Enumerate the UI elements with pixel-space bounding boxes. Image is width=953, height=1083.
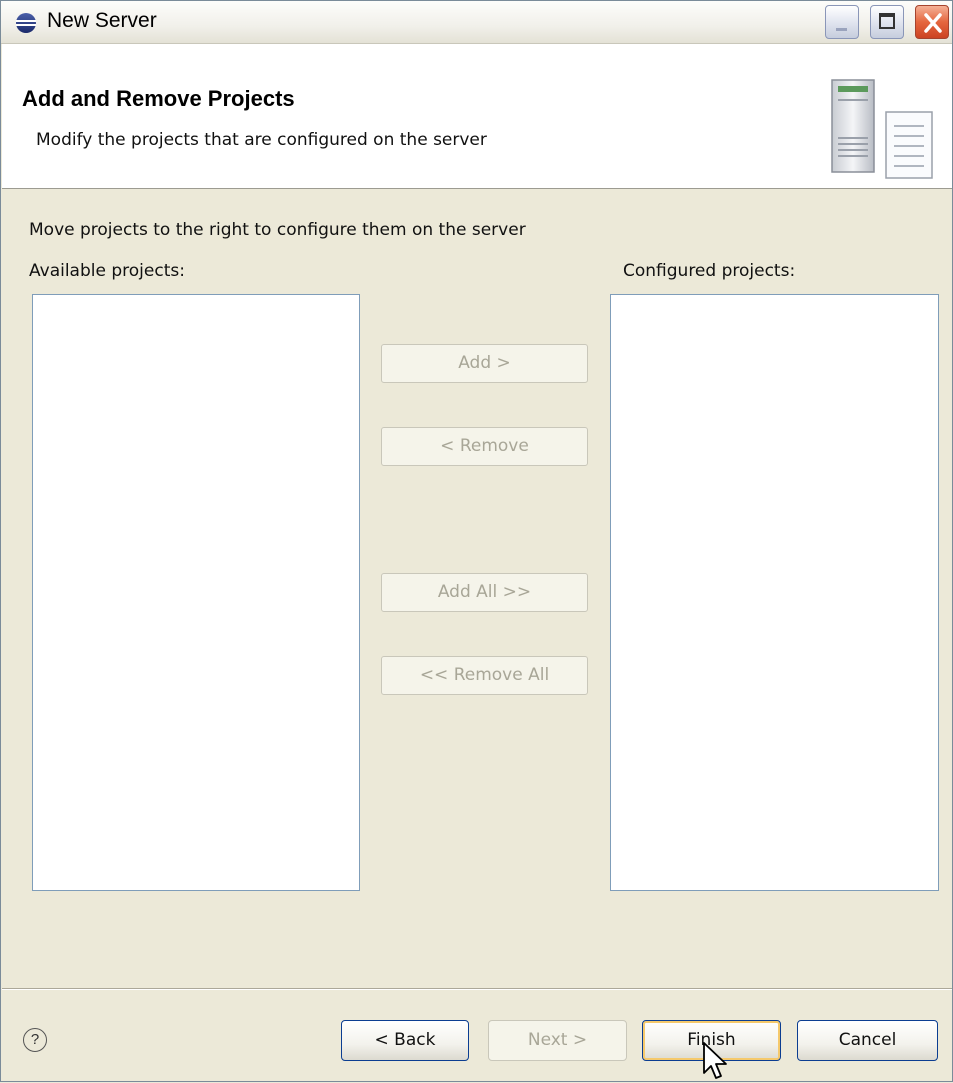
eclipse-icon: [16, 13, 36, 33]
footer-divider: [2, 988, 952, 990]
remove-button[interactable]: < Remove: [381, 427, 588, 466]
page-title: Add and Remove Projects: [22, 86, 295, 111]
window-title: New Server: [47, 9, 157, 32]
instruction-text: Move projects to the right to configure …: [29, 220, 526, 240]
cancel-button[interactable]: Cancel: [797, 1020, 938, 1061]
minimize-button[interactable]: [825, 5, 859, 39]
available-projects-label: Available projects:: [29, 261, 185, 281]
configured-projects-label: Configured projects:: [623, 261, 796, 281]
configured-projects-list[interactable]: [610, 294, 939, 891]
add-all-button[interactable]: Add All >>: [381, 573, 588, 612]
maximize-button[interactable]: [870, 5, 904, 39]
wizard-header: Add and Remove Projects Modify the proje…: [2, 44, 952, 189]
back-button[interactable]: < Back: [341, 1020, 469, 1061]
minimize-icon: [836, 28, 847, 31]
new-server-dialog: New Server Add and Remove Projects Modif…: [0, 0, 953, 1082]
maximize-icon: [879, 13, 895, 29]
mouse-pointer-icon: [703, 1042, 727, 1079]
available-projects-list[interactable]: [32, 294, 360, 891]
next-button[interactable]: Next >: [488, 1020, 627, 1061]
title-bar[interactable]: New Server: [1, 1, 952, 44]
server-banner-icon: [831, 79, 933, 179]
close-icon: [924, 13, 942, 33]
page-description: Modify the projects that are configured …: [36, 130, 487, 150]
add-button[interactable]: Add >: [381, 344, 588, 383]
help-icon[interactable]: ?: [23, 1028, 47, 1052]
close-button[interactable]: [915, 5, 949, 39]
remove-all-button[interactable]: << Remove All: [381, 656, 588, 695]
